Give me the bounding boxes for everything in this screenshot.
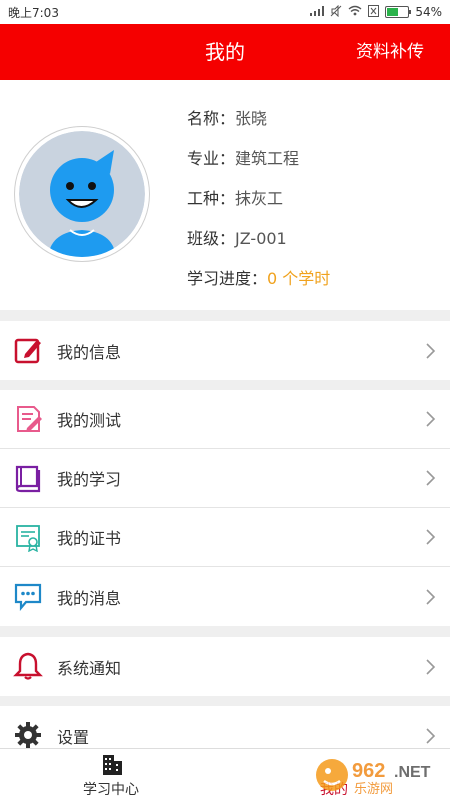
menu-label-system-notice: 系统通知 xyxy=(57,658,122,678)
bottom-tab-bar: 学习中心 我的 962 .NET 乐游网 xyxy=(0,748,450,801)
menu-item-my-message[interactable]: 我的消息 xyxy=(0,567,450,626)
profile-class-row: 班级：JZ-001 xyxy=(187,225,287,249)
signal-icon xyxy=(310,5,325,19)
gear-icon xyxy=(13,720,43,750)
tab-label-study-center: 学习中心 xyxy=(83,782,139,798)
chevron-right-icon xyxy=(426,588,436,605)
menu-group-notice: 系统通知 xyxy=(0,637,450,696)
book-icon xyxy=(13,463,43,493)
svg-text:962: 962 xyxy=(352,760,385,782)
watermark-logo: 962 .NET 乐游网 xyxy=(314,753,444,797)
battery-level-fill xyxy=(387,8,399,16)
menu-item-my-test[interactable]: 我的测试 xyxy=(0,390,450,449)
menu-group-info: 我的信息 xyxy=(0,321,450,380)
upload-materials-button[interactable]: 资料补传 xyxy=(356,24,424,80)
status-time: 晚上7:03 xyxy=(8,5,59,20)
battery-percent: 54% xyxy=(415,5,442,19)
trade-value: 抹灰工 xyxy=(235,189,284,208)
chevron-right-icon xyxy=(426,411,436,427)
progress-label: 学习进度： xyxy=(187,269,268,288)
menu-label-my-certificate: 我的证书 xyxy=(57,529,122,548)
profile-trade-row: 工种：抹灰工 xyxy=(187,185,283,209)
menu-label-settings: 设置 xyxy=(57,727,90,747)
name-label: 名称： xyxy=(187,109,236,128)
chevron-right-icon xyxy=(426,658,436,675)
trade-label: 工种： xyxy=(187,189,236,208)
status-bar: 晚上7:03 54% xyxy=(0,0,450,24)
menu-item-my-study[interactable]: 我的学习 xyxy=(0,449,450,508)
class-label: 班级： xyxy=(187,229,236,248)
menu-label-my-message: 我的消息 xyxy=(57,588,122,608)
chevron-right-icon xyxy=(426,470,436,486)
sim-icon xyxy=(368,4,380,20)
status-icons: 54% xyxy=(310,4,442,20)
profile-name-row: 名称：张晓 xyxy=(187,105,267,129)
menu-label-my-test: 我的测试 xyxy=(57,411,122,430)
menu-item-my-info[interactable]: 我的信息 xyxy=(0,321,450,380)
wifi-icon xyxy=(348,5,362,19)
tab-study-center[interactable]: 学习中心 xyxy=(70,749,160,801)
chevron-right-icon xyxy=(426,727,436,744)
battery-icon xyxy=(385,6,412,18)
profile-card: 名称：张晓 专业：建筑工程 工种：抹灰工 班级：JZ-001 学习进度：0 个学… xyxy=(0,80,450,310)
mute-icon xyxy=(330,4,342,20)
menu-label-my-info: 我的信息 xyxy=(57,342,122,362)
menu-label-my-study: 我的学习 xyxy=(57,470,122,489)
test-paper-icon xyxy=(13,404,43,434)
profile-major-row: 专业：建筑工程 xyxy=(187,145,299,169)
chevron-right-icon xyxy=(426,529,436,545)
certificate-icon xyxy=(13,522,43,553)
menu-item-my-certificate[interactable]: 我的证书 xyxy=(0,508,450,567)
app-header: 我的 资料补传 xyxy=(0,24,450,80)
profile-progress-row: 学习进度：0 个学时 xyxy=(187,265,330,289)
building-icon xyxy=(100,752,124,780)
svg-text:.NET: .NET xyxy=(394,764,431,781)
bell-icon xyxy=(13,651,43,681)
avatar-face-icon xyxy=(19,131,145,257)
major-value: 建筑工程 xyxy=(235,149,300,168)
major-label: 专业： xyxy=(187,149,236,168)
class-value: JZ-001 xyxy=(235,229,287,248)
chevron-right-icon xyxy=(426,342,436,359)
name-value: 张晓 xyxy=(235,109,268,128)
menu-group-learning: 我的测试 我的学习 我的证书 我的消息 xyxy=(0,390,450,626)
menu-item-system-notice[interactable]: 系统通知 xyxy=(0,637,450,696)
progress-value: 0 个学时 xyxy=(267,269,331,288)
avatar[interactable] xyxy=(14,126,150,262)
svg-text:乐游网: 乐游网 xyxy=(354,782,393,797)
chat-bubble-icon xyxy=(13,581,43,612)
edit-icon xyxy=(13,335,43,365)
